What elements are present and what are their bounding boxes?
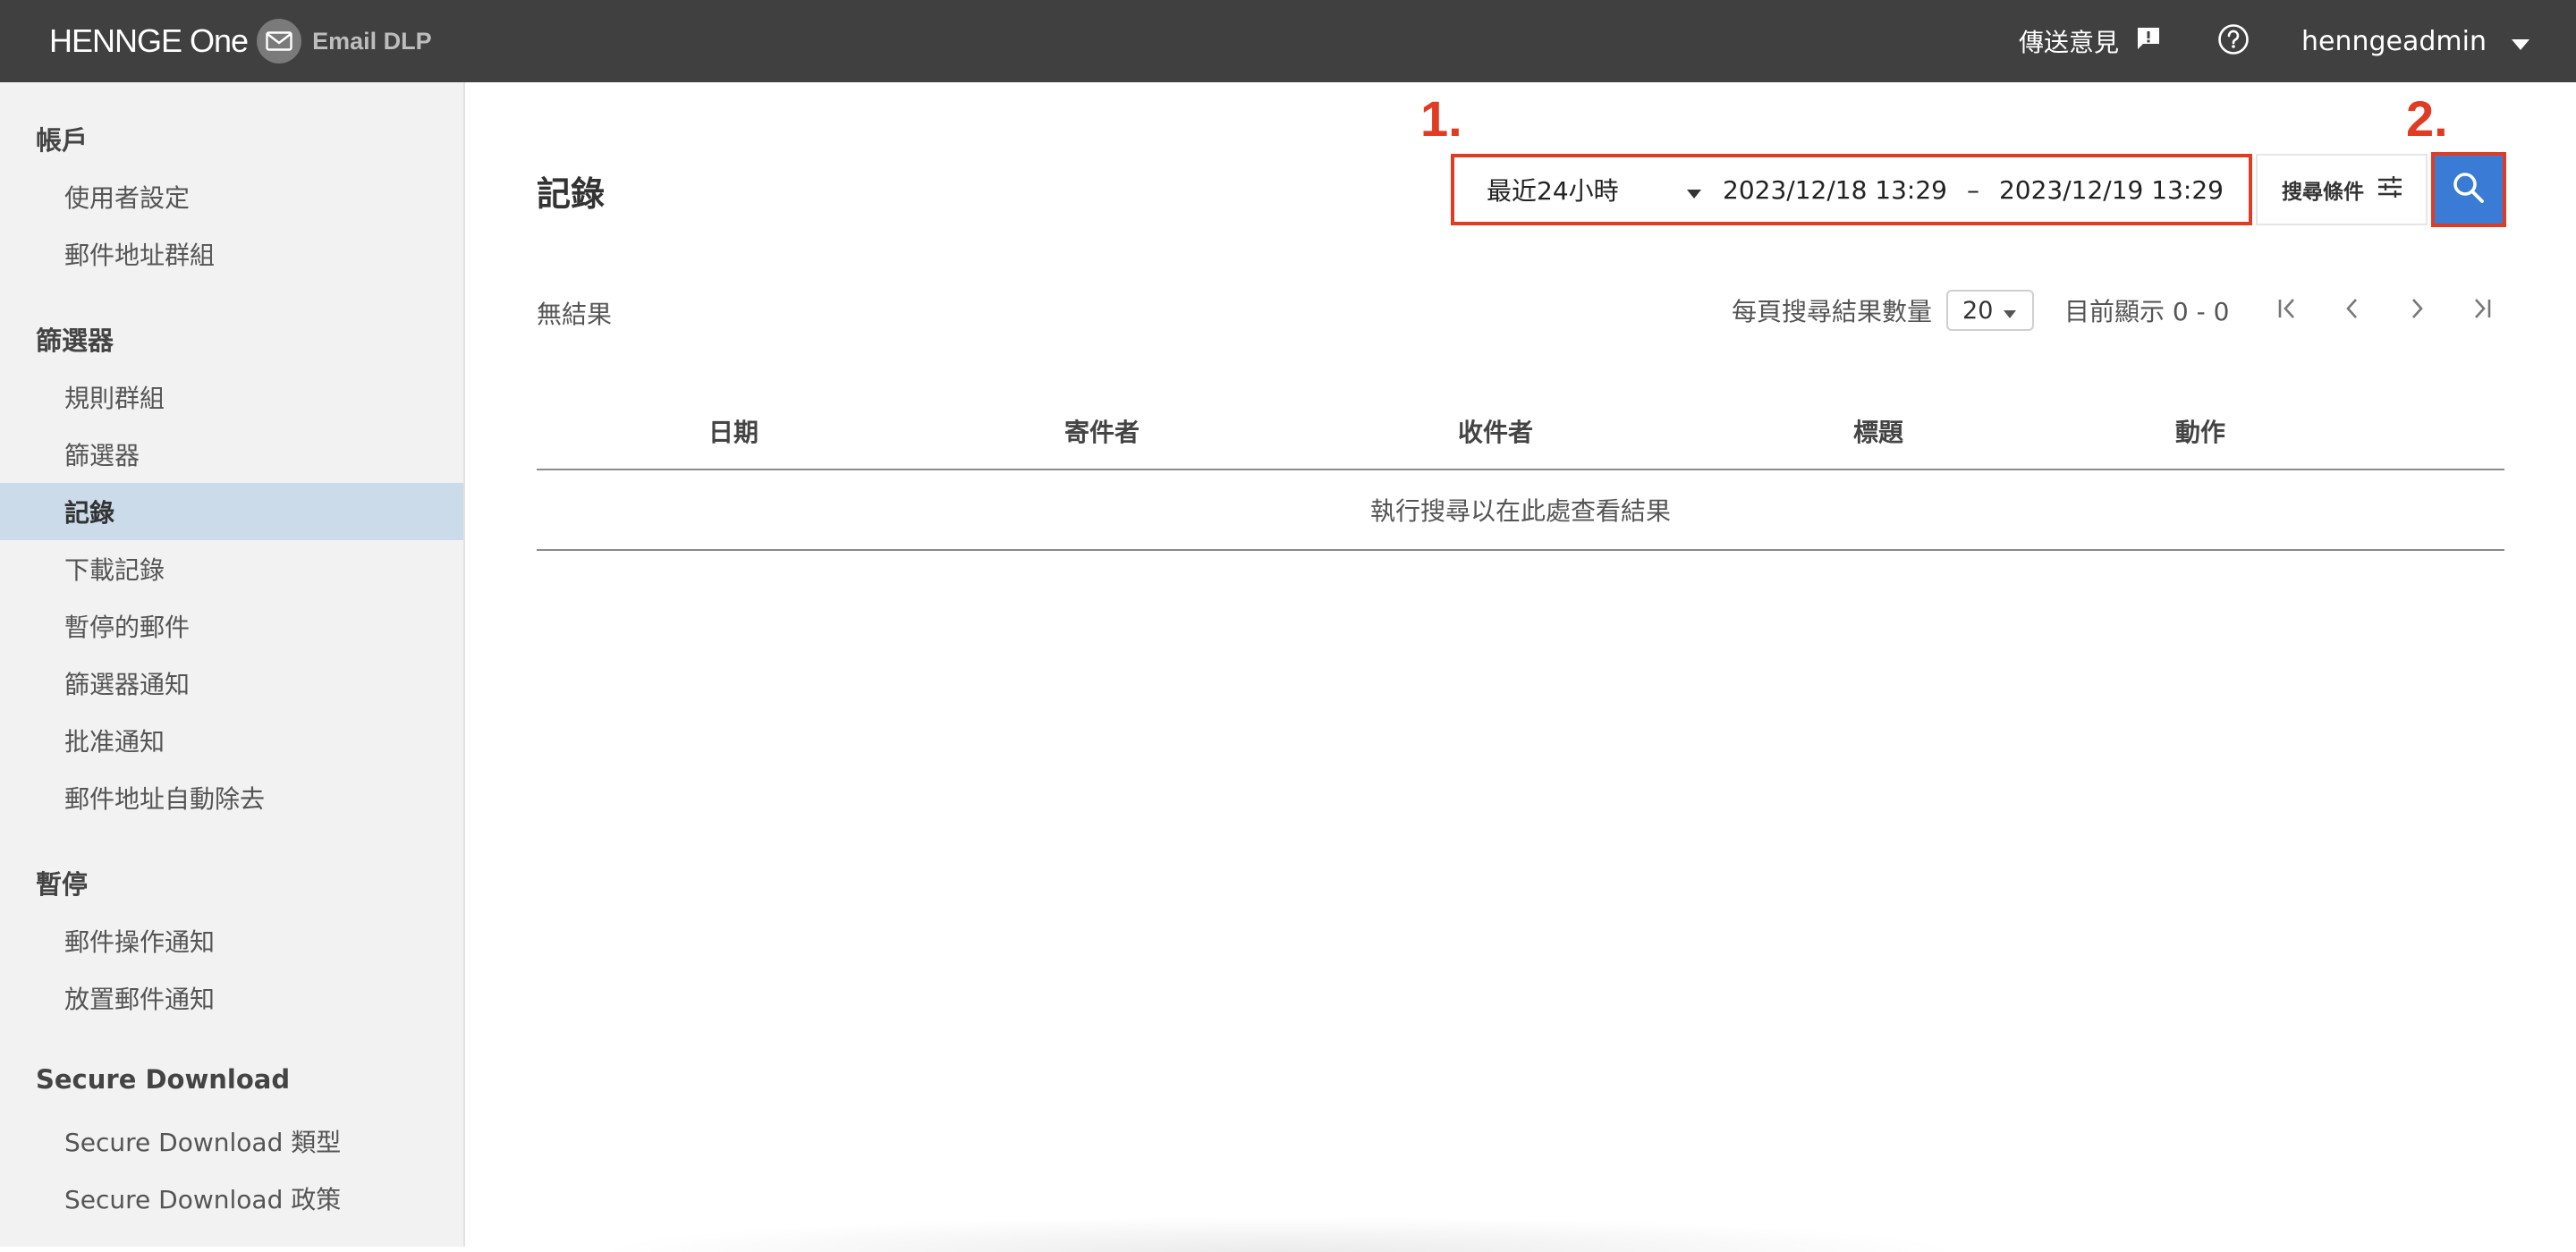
showing-range: 目前顯示 0 - 0	[2064, 297, 2230, 326]
date-range-picker: 最近24小時 2023/12/18 13:29 – 2023/12/19 13:…	[1451, 154, 2252, 225]
date-from-field[interactable]: 2023/12/18 13:29	[1723, 175, 1947, 205]
column-action[interactable]: 動作	[2175, 413, 2225, 449]
table-header: 日期 寄件者 收件者 標題 動作	[537, 404, 2504, 470]
page-title: 記錄	[537, 174, 606, 214]
first-page-button[interactable]	[2256, 288, 2320, 333]
username: henngeadmin	[2301, 25, 2487, 57]
results-status: 無結果	[537, 300, 613, 329]
sidebar-item-auto-address-removal[interactable]: 郵件地址自動除去	[0, 769, 463, 826]
chevron-right-icon	[2404, 296, 2429, 325]
search-conditions-label: 搜尋條件	[2282, 181, 2364, 204]
sidebar-item-mail-action-notifications[interactable]: 郵件操作通知	[0, 912, 463, 969]
bottom-shadow	[590, 1216, 1968, 1252]
annotation-step-2: 2.	[2406, 90, 2448, 147]
search-icon	[2451, 170, 2487, 209]
last-page-icon	[2469, 296, 2494, 325]
feedback-label: 傳送意見	[2018, 28, 2119, 57]
feedback-icon	[2135, 25, 2162, 58]
prev-page-button[interactable]	[2320, 288, 2385, 333]
sidebar-section-account: 帳戶	[36, 125, 89, 156]
brand[interactable]: HENNGE One Email DLP	[49, 0, 432, 82]
sidebar-item-filter-notifications[interactable]: 篩選器通知	[0, 655, 463, 712]
sidebar-item-secure-download-types[interactable]: Secure Download 類型	[0, 1112, 463, 1170]
sidebar-item-secure-download-policies[interactable]: Secure Download 政策	[0, 1170, 463, 1227]
sidebar-item-address-groups[interactable]: 郵件地址群組	[0, 225, 463, 283]
next-page-button[interactable]	[2385, 288, 2449, 333]
help-icon	[2217, 23, 2250, 59]
sidebar-item-approval-notifications[interactable]: 批准通知	[0, 712, 463, 769]
sidebar: 帳戶 使用者設定 郵件地址群組 篩選器 規則群組 篩選器 記錄 下載記錄 暫停的…	[0, 82, 465, 1247]
user-menu[interactable]: henngeadmin	[2301, 26, 2529, 57]
sidebar-section-filters: 篩選器	[36, 326, 114, 356]
top-bar: HENNGE One Email DLP 傳送意見 henngeadmin	[0, 0, 2576, 82]
annotation-step-1: 1.	[1420, 90, 1462, 147]
sidebar-item-held-mail[interactable]: 暫停的郵件	[0, 597, 463, 655]
sliders-icon	[2378, 176, 2402, 203]
feedback-button[interactable]: 傳送意見	[2019, 23, 2162, 59]
column-subject[interactable]: 標題	[1853, 413, 1903, 449]
search-conditions-button[interactable]: 搜尋條件	[2256, 154, 2428, 225]
last-page-button[interactable]	[2449, 288, 2513, 333]
product-name: Email DLP	[312, 27, 432, 55]
search-button[interactable]	[2431, 152, 2506, 227]
range-preset-value: 最近24小時	[1487, 176, 1619, 206]
sidebar-section-hold: 暫停	[36, 869, 89, 900]
sidebar-section-secure-download: Secure Download	[36, 1064, 291, 1095]
sidebar-item-rule-groups[interactable]: 規則群組	[0, 368, 463, 426]
top-right-actions: 傳送意見 henngeadmin	[2019, 0, 2576, 82]
caret-down-icon	[1687, 175, 1701, 205]
envelope-icon	[257, 19, 302, 63]
sidebar-item-logs[interactable]: 記錄	[0, 483, 463, 540]
pagination: 每頁搜尋結果數量 20 目前顯示 0 - 0	[1732, 288, 2513, 333]
per-page-label: 每頁搜尋結果數量	[1732, 297, 1933, 326]
date-separator: –	[1966, 174, 1979, 205]
chevron-left-icon	[2340, 296, 2365, 325]
help-button[interactable]	[2217, 23, 2250, 59]
caret-down-icon	[2004, 297, 2017, 325]
column-sender[interactable]: 寄件者	[1064, 413, 1140, 449]
per-page-select[interactable]: 20	[1946, 290, 2035, 331]
sidebar-item-download-logs[interactable]: 下載記錄	[0, 540, 463, 597]
sidebar-item-placed-mail-notifications[interactable]: 放置郵件通知	[0, 969, 463, 1027]
per-page-value: 20	[1962, 296, 1994, 325]
table-empty-message: 執行搜尋以在此處查看結果	[537, 470, 2504, 551]
brand-name: HENNGE One	[49, 22, 249, 59]
date-to-field[interactable]: 2023/12/19 13:29	[1999, 175, 2224, 205]
column-date[interactable]: 日期	[708, 413, 758, 449]
caret-down-icon	[2512, 26, 2529, 57]
sidebar-item-filters[interactable]: 篩選器	[0, 426, 463, 483]
column-recipient[interactable]: 收件者	[1458, 413, 1533, 449]
first-page-icon	[2275, 296, 2301, 325]
range-preset-select[interactable]: 最近24小時	[1454, 157, 1723, 222]
sidebar-item-user-settings[interactable]: 使用者設定	[0, 168, 463, 225]
